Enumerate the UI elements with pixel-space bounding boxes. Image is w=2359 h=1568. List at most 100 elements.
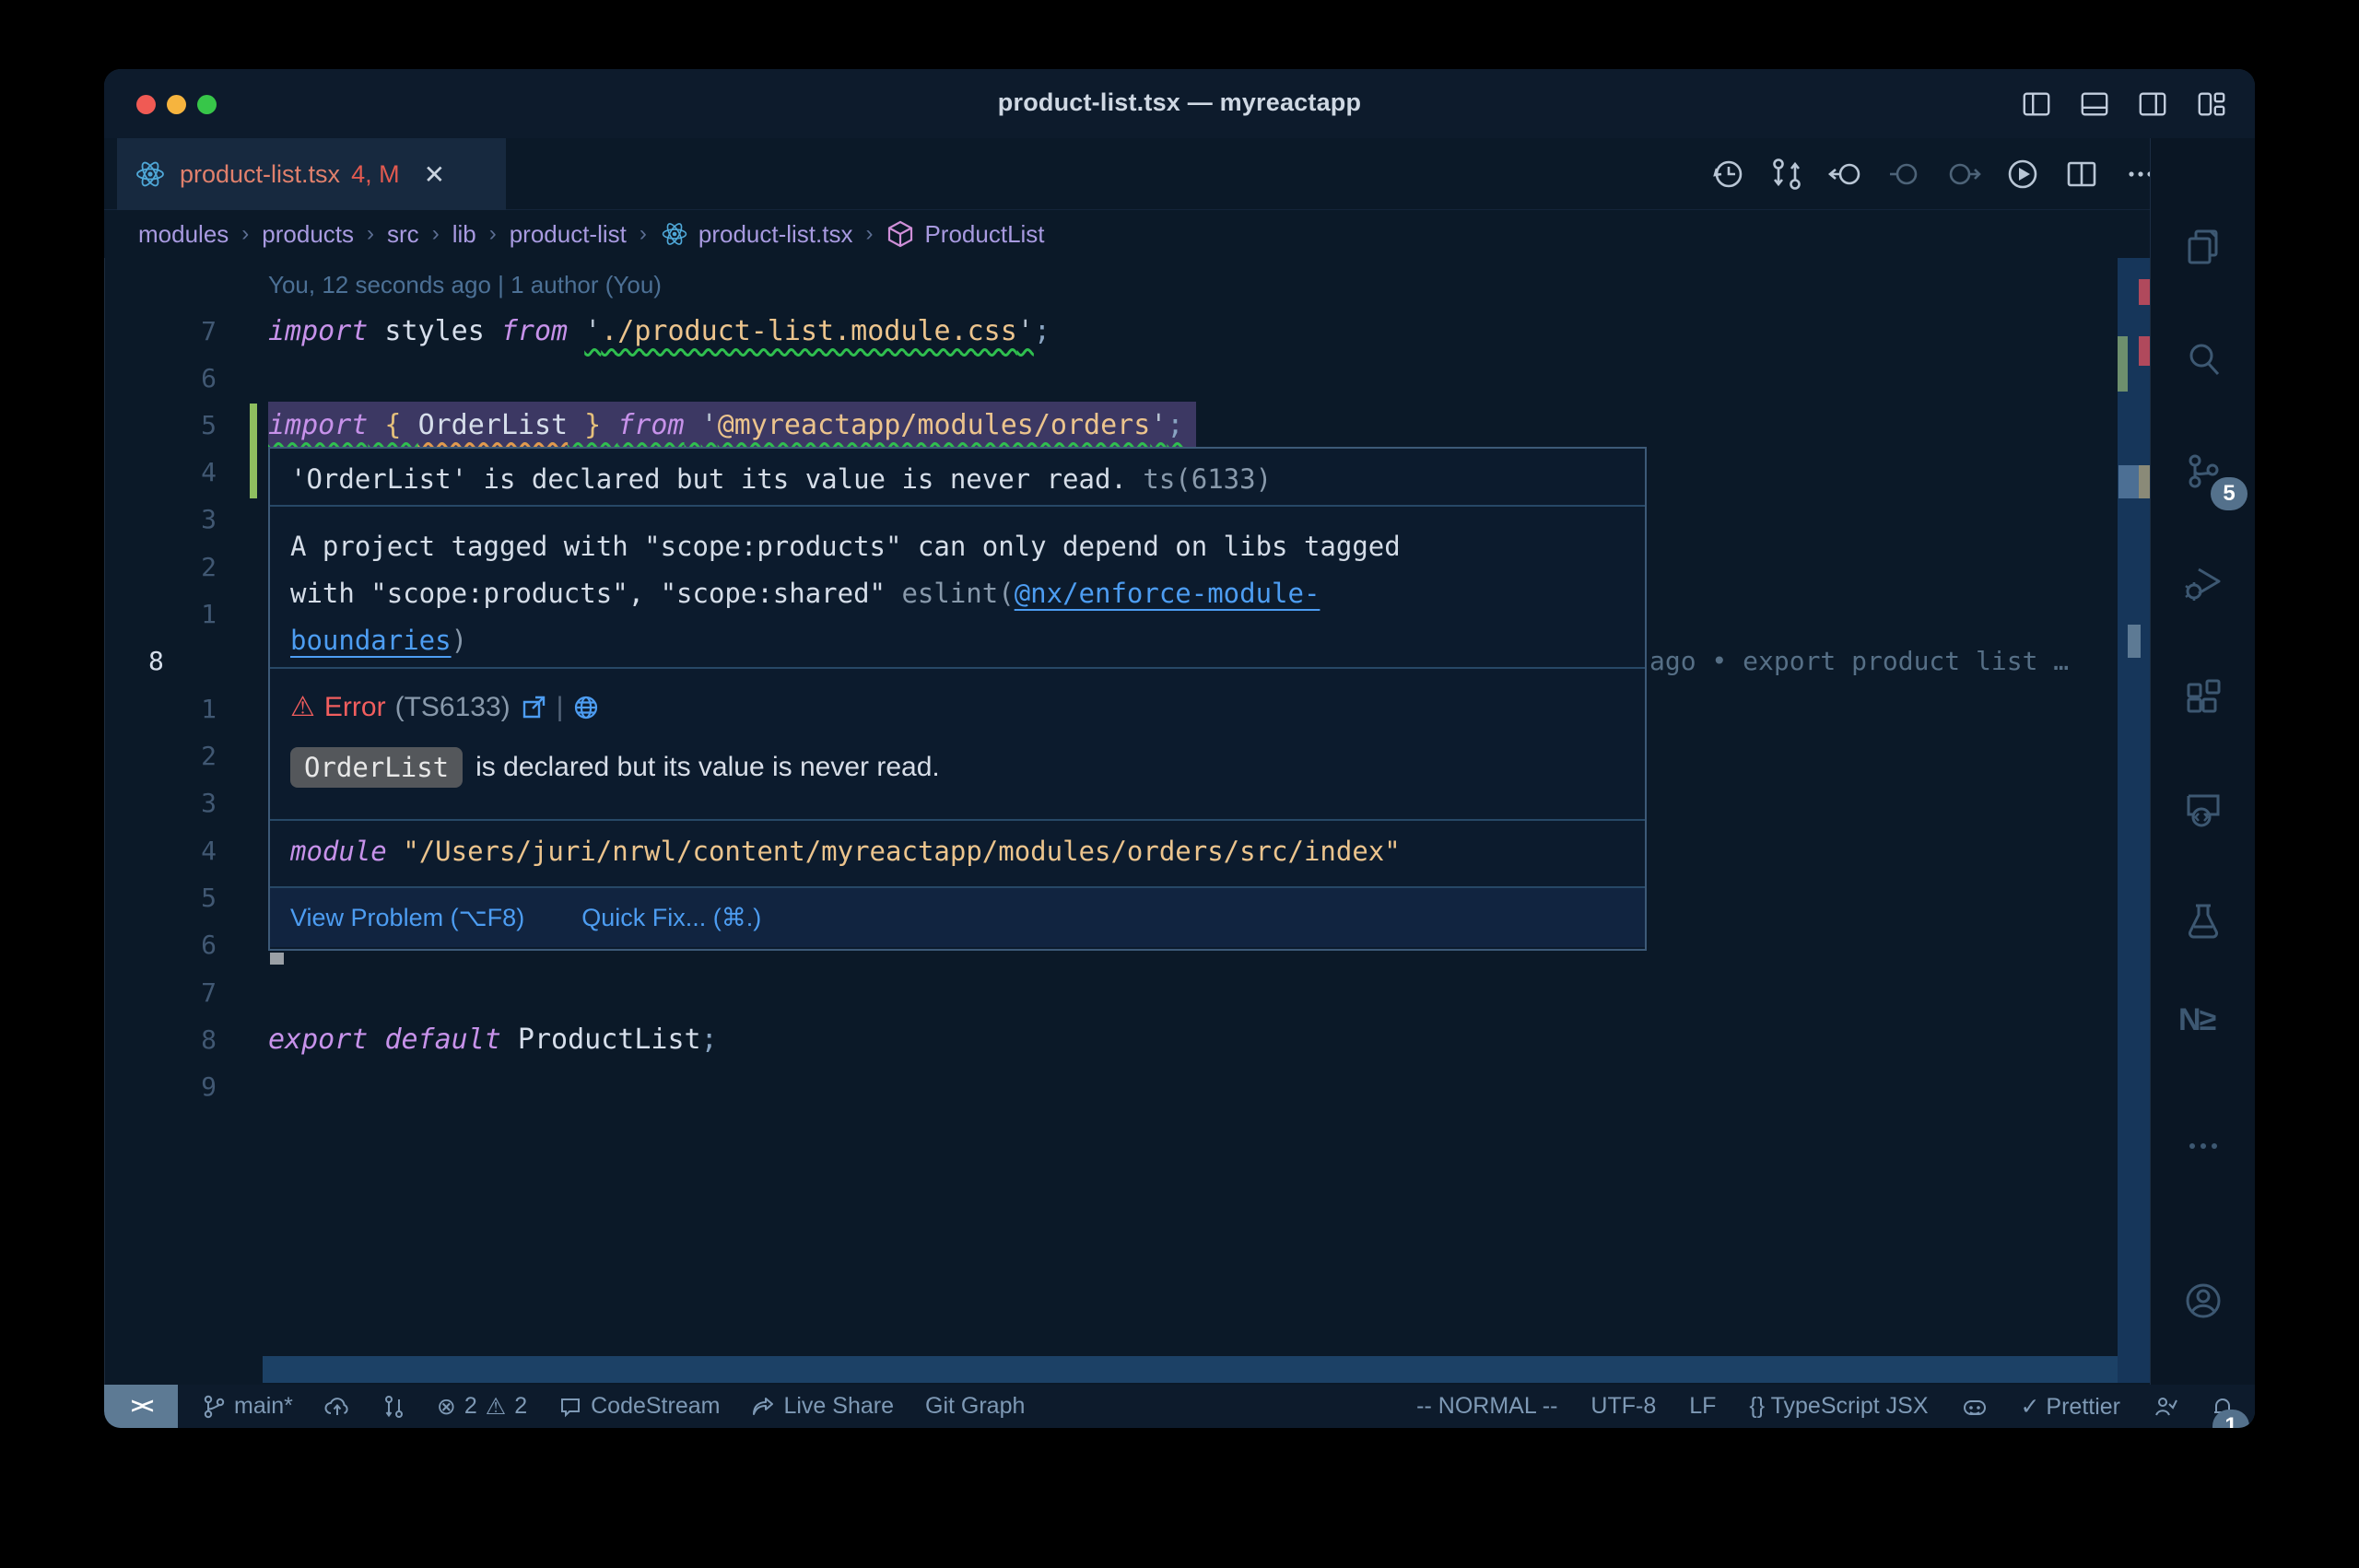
next-change-icon[interactable] [1945, 156, 1982, 193]
ts-error-section: 'OrderList' is declared but its value is… [270, 449, 1645, 505]
hover-resize-grip[interactable] [270, 953, 284, 965]
prettier-status-item[interactable]: ✓ Prettier [2021, 1393, 2120, 1421]
breadcrumb-file[interactable]: product-list.tsx [698, 220, 853, 249]
code-row[interactable]: 6 [104, 355, 2118, 403]
search-icon[interactable] [2183, 339, 2224, 380]
breadcrumb-item[interactable]: modules [138, 220, 229, 249]
code-row-selected[interactable]: 5 import { OrderList } from '@myreactapp… [104, 402, 2118, 450]
more-views-icon[interactable] [2183, 1126, 2224, 1166]
overview-viewport-mark [2128, 625, 2141, 658]
warning-count: 2 [514, 1393, 527, 1420]
module-path: "/Users/juri/nrwl/content/myreactapp/mod… [403, 836, 1401, 867]
person-arrow-icon [2154, 1395, 2177, 1419]
line-number[interactable]: 3 [141, 779, 217, 827]
eslint-rule-link[interactable]: boundaries [290, 625, 452, 656]
problems-status-item[interactable]: ⊗ 2 ⚠ 2 [437, 1393, 527, 1421]
breadcrumb-item[interactable]: lib [452, 220, 476, 249]
vscode-window: product-list.tsx — myreactapp pr [104, 69, 2255, 1428]
line-number[interactable]: 6 [141, 355, 217, 403]
line-number[interactable]: 3 [141, 496, 217, 544]
symbol-cube-icon [886, 219, 915, 249]
line-number[interactable]: 1 [141, 685, 217, 733]
copilot-status-item[interactable] [1962, 1395, 1988, 1419]
line-number[interactable]: 5 [141, 874, 217, 922]
run-and-debug-icon[interactable] [2183, 564, 2224, 604]
feedback-status-item[interactable] [2154, 1395, 2177, 1419]
line-number[interactable]: 5 [141, 402, 217, 450]
toggle-sidebar-left-icon[interactable] [2021, 88, 2052, 120]
live-share-status-item[interactable]: Live Share [751, 1393, 894, 1420]
code-row[interactable]: 9 [104, 1063, 2118, 1111]
error-code: (TS6133) [395, 692, 511, 723]
scrollbar-slider[interactable] [2118, 465, 2139, 498]
activity-bar: 5 N≥ [2150, 138, 2255, 1385]
current-line-number[interactable]: 8 [148, 638, 224, 685]
view-problem-link[interactable]: View Problem (⌥F8) [290, 904, 524, 932]
compare-changes-icon[interactable] [1768, 156, 1805, 193]
code-row[interactable]: 7 [104, 969, 2118, 1017]
overview-cursor-mark [2139, 465, 2150, 498]
vim-mode-status-item[interactable]: -- NORMAL -- [1416, 1393, 1557, 1420]
overview-error-mark [2139, 279, 2150, 305]
breadcrumb-item[interactable]: products [262, 220, 354, 249]
code-row[interactable]: 8 export default ProductList; [104, 1016, 2118, 1064]
codestream-status-item[interactable]: CodeStream [558, 1393, 720, 1420]
encoding-status-item[interactable]: UTF-8 [1590, 1393, 1656, 1420]
line-number[interactable]: 7 [141, 308, 217, 356]
git-compare-icon [381, 1395, 405, 1419]
remote-explorer-icon[interactable] [2183, 789, 2224, 829]
title-bar: product-list.tsx — myreactapp [104, 69, 2255, 138]
module-keyword: module [290, 836, 387, 867]
split-editor-icon[interactable] [2063, 156, 2100, 193]
eol-status-item[interactable]: LF [1689, 1393, 1716, 1420]
sync-status-item[interactable] [324, 1395, 350, 1419]
error-circle-icon: ⊗ [437, 1393, 456, 1421]
tab-close-icon[interactable]: ✕ [424, 159, 445, 190]
overview-ruler[interactable] [2118, 258, 2150, 1383]
tab-product-list[interactable]: product-list.tsx 4, M ✕ [117, 138, 506, 210]
error-count: 2 [464, 1393, 477, 1420]
git-graph-status-item[interactable]: Git Graph [925, 1393, 1025, 1420]
line-number[interactable]: 4 [141, 449, 217, 497]
code-row[interactable]: 7 import styles from './product-list.mod… [104, 308, 2118, 356]
nx-console-icon[interactable]: N≥ [2178, 1002, 2214, 1038]
badge-message: is declared but its value is never read. [475, 752, 940, 783]
eslint-rule-link[interactable]: @nx/enforce-module- [1015, 578, 1320, 609]
tab-problem-badge: 4, M [351, 160, 400, 189]
tab-bar: product-list.tsx 4, M ✕ [104, 138, 2255, 210]
history-icon[interactable] [1709, 156, 1746, 193]
remote-indicator[interactable]: >< [104, 1385, 178, 1428]
line-number[interactable]: 8 [141, 1016, 217, 1064]
eslint-message-line2: with "scope:products", "scope:shared" [290, 578, 901, 609]
error-detail-section: ⚠ Error (TS6133) | OrderList is declared… [270, 667, 1645, 819]
horizontal-scrollbar[interactable] [263, 1356, 2118, 1383]
globe-icon[interactable] [572, 694, 600, 721]
toggle-panel-icon[interactable] [2079, 88, 2110, 120]
branch-status-item[interactable]: main* [202, 1393, 293, 1420]
account-icon[interactable] [2183, 1281, 2224, 1321]
open-external-icon[interactable] [520, 694, 547, 721]
open-changes-icon[interactable] [1827, 156, 1864, 193]
language-status-item[interactable]: {} TypeScript JSX [1749, 1393, 1928, 1420]
breadcrumb-symbol[interactable]: ProductList [924, 220, 1044, 249]
extensions-icon[interactable] [2183, 676, 2224, 717]
quick-fix-link[interactable]: Quick Fix... (⌘.) [581, 904, 761, 932]
breadcrumb-item[interactable]: product-list [510, 220, 627, 249]
explorer-icon[interactable] [2183, 227, 2224, 267]
line-number[interactable]: 2 [141, 732, 217, 780]
toggle-sidebar-right-icon[interactable] [2137, 88, 2168, 120]
line-number[interactable]: 9 [141, 1063, 217, 1111]
module-path-section: module "/Users/juri/nrwl/content/myreact… [270, 819, 1645, 886]
customize-layout-icon[interactable] [2196, 88, 2227, 120]
testing-beaker-icon[interactable] [2183, 901, 2224, 942]
run-or-debug-icon[interactable] [2004, 156, 2041, 193]
compare-status-item[interactable] [381, 1395, 405, 1419]
line-number[interactable]: 2 [141, 544, 217, 591]
line-number[interactable]: 4 [141, 827, 217, 875]
line-number[interactable]: 1 [141, 591, 217, 638]
line-number[interactable]: 7 [141, 969, 217, 1017]
breadcrumb-item[interactable]: src [387, 220, 419, 249]
line-number[interactable]: 6 [141, 921, 217, 969]
tooltip-footer: View Problem (⌥F8) Quick Fix... (⌘.) [270, 886, 1645, 947]
previous-change-icon[interactable] [1886, 156, 1923, 193]
